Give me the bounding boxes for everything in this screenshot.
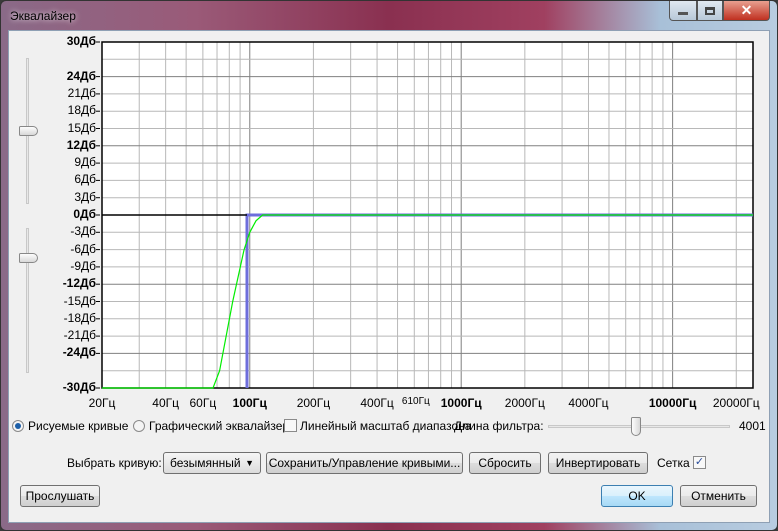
filter-length-label: Длина фильтра: [454,419,544,433]
grid-label: Сетка [657,456,690,470]
radio-draw-curves-label: Рисуемые кривые [28,419,129,433]
minimize-icon [678,12,688,15]
radio-graphic-eq[interactable] [133,420,145,432]
save-manage-curves-button[interactable]: Сохранить/Управление кривыми... [266,452,463,474]
x-tick-label: 4000Гц [568,396,609,410]
x-tick-label: 610Гц [401,396,430,407]
linear-scale-checkbox[interactable] [284,419,297,432]
reset-button[interactable]: Сбросить [469,452,541,474]
x-tick-label: 40Гц [152,396,179,410]
preview-button[interactable]: Прослушать [20,485,100,507]
x-tick-label: 100Гц [232,396,267,410]
linear-scale-label: Линейный масштаб диапазона [300,419,472,433]
x-tick-label: 20Гц [88,396,116,410]
filter-length-thumb[interactable] [631,417,641,436]
invert-button[interactable]: Инвертировать [548,452,648,474]
radio-draw-curves[interactable] [12,420,24,432]
ok-button[interactable]: OK [601,485,673,507]
x-tick-label: 2000Гц [504,396,545,410]
select-curve-label: Выбрать кривую: [67,456,162,470]
gain-slider-lower[interactable] [26,228,29,373]
x-tick-label: 20000Гц [712,396,760,410]
x-tick-label: 60Гц [189,396,217,410]
minimize-button[interactable] [669,1,697,21]
cancel-button[interactable]: Отменить [680,485,757,507]
close-button[interactable]: ✕ [723,1,770,21]
x-tick-label: 400Гц [360,396,394,410]
maximize-icon [705,6,715,15]
x-tick-label: 10000Гц [648,396,697,410]
radio-graphic-eq-label: Графический эквалайзер [149,419,290,433]
filter-length-value: 4001 [739,419,766,433]
grid-checkbox[interactable]: ✓ [693,456,706,469]
checkmark-icon: ✓ [694,456,705,468]
x-tick-label: 1000Гц [440,396,482,410]
curve-select-value: безымянный [170,456,241,470]
gain-slider-lower-thumb[interactable] [19,253,38,263]
window-title: Эквалайзер [10,9,76,23]
gain-slider-upper-thumb[interactable] [19,126,38,136]
chevron-down-icon: ▼ [245,458,254,468]
eq-graph[interactable] [90,38,760,394]
close-icon: ✕ [740,2,753,18]
curve-select[interactable]: безымянный ▼ [163,452,261,474]
x-tick-label: 200Гц [296,396,331,410]
maximize-button[interactable] [697,1,723,21]
